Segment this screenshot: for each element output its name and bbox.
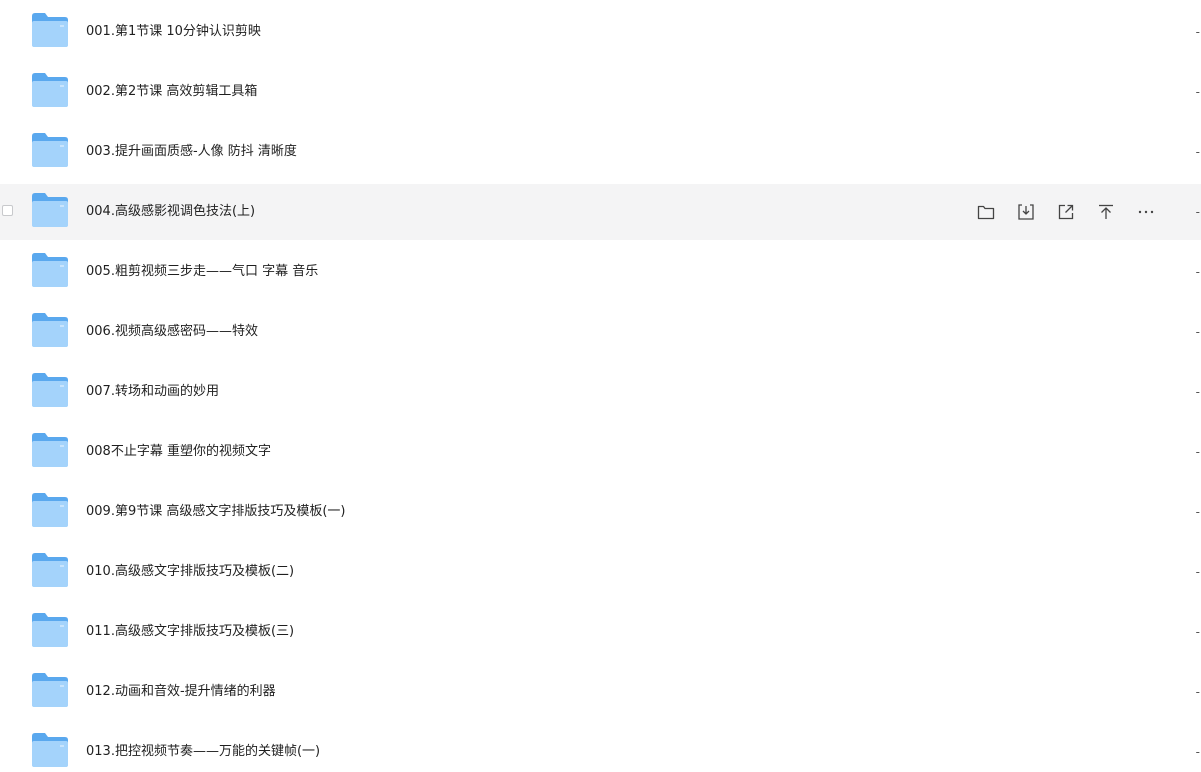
folder-icon[interactable]	[32, 193, 68, 227]
folder-icon[interactable]	[32, 733, 68, 767]
folder-name[interactable]: 002.第2节课 高效剪辑工具箱	[86, 64, 257, 120]
row-trailing-value: -	[1195, 505, 1200, 519]
row-trailing-value: -	[1195, 745, 1200, 759]
folder-icon[interactable]	[32, 13, 68, 47]
folder-name[interactable]: 007.转场和动画的妙用	[86, 364, 219, 420]
file-row[interactable]: 011.高级感文字排版技巧及模板(三) -	[0, 604, 1201, 660]
folder-icon[interactable]	[32, 433, 68, 467]
folder-name[interactable]: 012.动画和音效-提升情绪的利器	[86, 664, 276, 720]
folder-icon[interactable]	[32, 493, 68, 527]
folder-move-icon[interactable]	[974, 198, 998, 226]
folder-icon[interactable]	[32, 373, 68, 407]
folder-icon[interactable]	[32, 73, 68, 107]
pin-to-top-icon[interactable]	[1094, 198, 1118, 226]
row-trailing-value: -	[1195, 265, 1200, 279]
folder-name[interactable]: 008不止字幕 重塑你的视频文字	[86, 424, 271, 480]
folder-icon[interactable]	[32, 313, 68, 347]
file-row[interactable]: 002.第2节课 高效剪辑工具箱 -	[0, 64, 1201, 120]
row-trailing-value: -	[1195, 565, 1200, 579]
folder-name[interactable]: 005.粗剪视频三步走——气口 字幕 音乐	[86, 244, 318, 300]
file-row[interactable]: 003.提升画面质感-人像 防抖 清晰度 -	[0, 124, 1201, 180]
row-trailing-value: -	[1195, 625, 1200, 639]
file-row[interactable]: 005.粗剪视频三步走——气口 字幕 音乐 -	[0, 244, 1201, 300]
folder-icon[interactable]	[32, 133, 68, 167]
folder-icon[interactable]	[32, 673, 68, 707]
file-row[interactable]: 012.动画和音效-提升情绪的利器 -	[0, 664, 1201, 720]
row-trailing-value: -	[1195, 85, 1200, 99]
folder-name[interactable]: 010.高级感文字排版技巧及模板(二)	[86, 544, 294, 600]
file-row[interactable]: 006.视频高级感密码——特效 -	[0, 304, 1201, 360]
row-checkbox[interactable]	[2, 205, 13, 216]
file-list: 001.第1节课 10分钟认识剪映 -002.第2节课 高效剪辑工具箱 -003.提…	[0, 0, 1201, 772]
file-row[interactable]: 007.转场和动画的妙用 -	[0, 364, 1201, 420]
folder-name[interactable]: 001.第1节课 10分钟认识剪映	[86, 4, 261, 60]
folder-name[interactable]: 006.视频高级感密码——特效	[86, 304, 258, 360]
row-trailing-value: -	[1195, 205, 1200, 219]
row-trailing-value: -	[1195, 385, 1200, 399]
file-row[interactable]: 004.高级感影视调色技法(上) -	[0, 184, 1201, 240]
folder-icon[interactable]	[32, 553, 68, 587]
row-trailing-value: -	[1195, 145, 1200, 159]
file-row[interactable]: 013.把控视频节奏——万能的关键帧(一) -	[0, 724, 1201, 772]
folder-name[interactable]: 011.高级感文字排版技巧及模板(三)	[86, 604, 294, 660]
folder-icon[interactable]	[32, 253, 68, 287]
file-row[interactable]: 001.第1节课 10分钟认识剪映 -	[0, 4, 1201, 60]
folder-name[interactable]: 009.第9节课 高级感文字排版技巧及模板(一)	[86, 484, 346, 540]
share-icon[interactable]	[1054, 198, 1078, 226]
row-trailing-value: -	[1195, 325, 1200, 339]
folder-name[interactable]: 013.把控视频节奏——万能的关键帧(一)	[86, 724, 320, 772]
row-trailing-value: -	[1195, 25, 1200, 39]
file-row[interactable]: 009.第9节课 高级感文字排版技巧及模板(一) -	[0, 484, 1201, 540]
folder-icon[interactable]	[32, 613, 68, 647]
folder-name[interactable]: 003.提升画面质感-人像 防抖 清晰度	[86, 124, 297, 180]
download-icon[interactable]	[1014, 198, 1038, 226]
file-row[interactable]: 008不止字幕 重塑你的视频文字 -	[0, 424, 1201, 480]
row-trailing-value: -	[1195, 685, 1200, 699]
file-row[interactable]: 010.高级感文字排版技巧及模板(二) -	[0, 544, 1201, 600]
more-icon[interactable]	[1134, 198, 1158, 226]
folder-name[interactable]: 004.高级感影视调色技法(上)	[86, 184, 255, 240]
row-trailing-value: -	[1195, 445, 1200, 459]
